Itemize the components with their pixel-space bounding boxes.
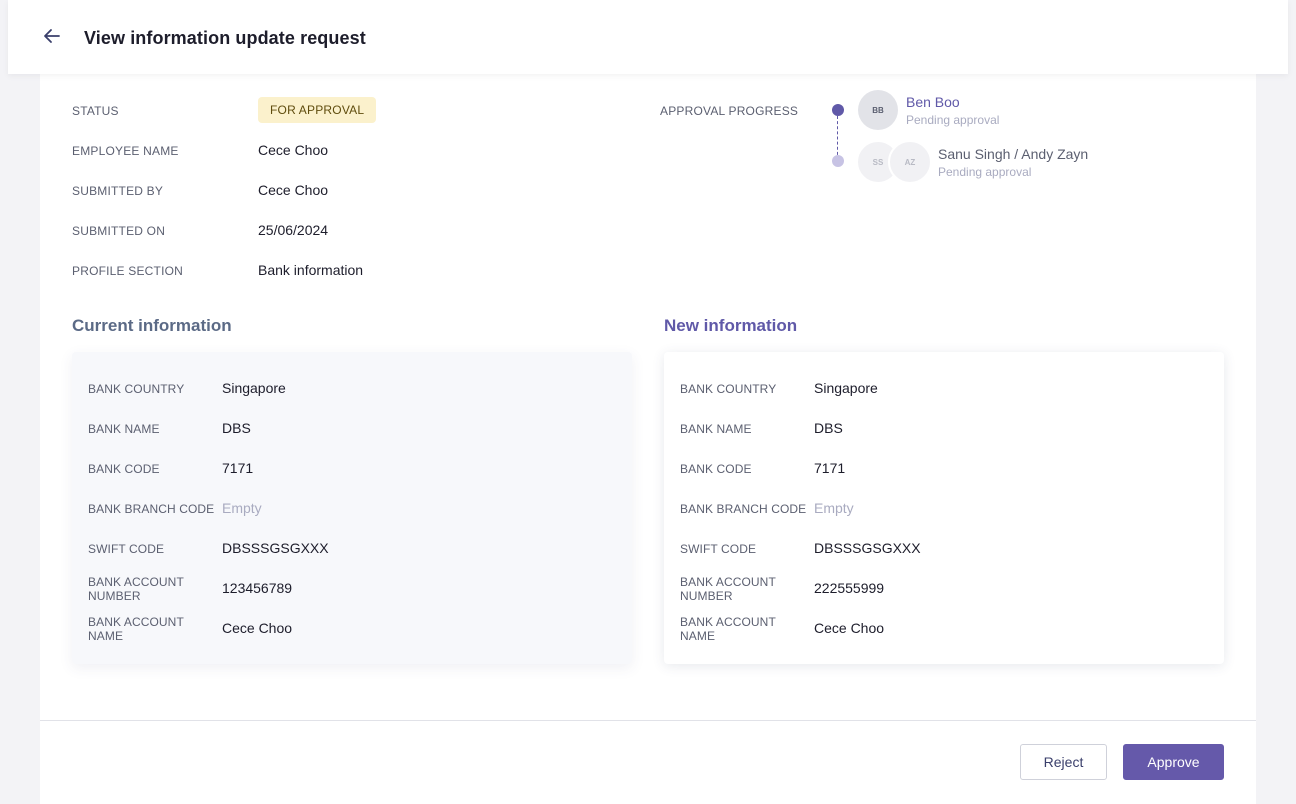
status-badge: FOR APPROVAL [258, 97, 377, 123]
field-value: Cece Choo [814, 620, 885, 636]
field-label: BANK CODE [88, 462, 160, 476]
field-label: BANK BRANCH CODE [680, 502, 807, 516]
field-label: SWIFT CODE [680, 542, 757, 556]
field-label: BANK ACCOUNT NAME [88, 615, 184, 643]
profile-section-value: Bank information [258, 262, 364, 278]
page-header: View information update request [8, 0, 1288, 74]
field-label: BANK CODE [680, 462, 752, 476]
avatar: AZ [888, 140, 932, 184]
progress-connector [837, 116, 838, 160]
back-button[interactable] [38, 24, 66, 52]
approver-name: Sanu Singh / Andy Zayn [938, 146, 1089, 162]
field-value: Cece Choo [222, 620, 293, 636]
field-value: DBSSSGSGXXX [814, 540, 921, 556]
field-value: 123456789 [222, 580, 293, 596]
current-info-title: Current information [72, 316, 232, 335]
status-label: STATUS [72, 104, 119, 118]
approval-progress-label: APPROVAL PROGRESS [660, 104, 799, 118]
page-title: View information update request [84, 28, 366, 48]
new-info-title: New information [664, 316, 798, 335]
approve-button[interactable]: Approve [1123, 744, 1224, 780]
field-label: BANK NAME [88, 422, 160, 436]
new-info-card: BANK COUNTRY Singapore BANK NAME DBS BAN… [664, 352, 1224, 664]
approver-name: Ben Boo [906, 94, 960, 110]
progress-step-dot-active [832, 104, 844, 116]
field-value: Singapore [222, 380, 286, 396]
current-info-card: BANK COUNTRY Singapore BANK NAME DBS BAN… [72, 352, 632, 664]
field-label: BANK ACCOUNT NAME [680, 615, 776, 643]
profile-section-label: PROFILE SECTION [72, 264, 184, 278]
submitted-on-label: SUBMITTED ON [72, 224, 166, 238]
field-value: DBS [222, 420, 251, 436]
field-value: Singapore [814, 380, 878, 396]
field-value: DBS [814, 420, 843, 436]
submitted-by-value: Cece Choo [258, 182, 329, 198]
field-label: BANK BRANCH CODE [88, 502, 215, 516]
field-value: Empty [222, 500, 262, 516]
field-value: Empty [814, 500, 854, 516]
approver-status: Pending approval [938, 165, 1032, 179]
request-panel: STATUS FOR APPROVAL EMPLOYEE NAME Cece C… [40, 74, 1256, 804]
field-label: BANK ACCOUNT NUMBER [88, 575, 184, 603]
submitted-by-label: SUBMITTED BY [72, 184, 164, 198]
field-label: BANK COUNTRY [680, 382, 777, 396]
field-value: 7171 [814, 460, 846, 476]
field-value: 7171 [222, 460, 254, 476]
field-label: BANK COUNTRY [88, 382, 185, 396]
approver-status: Pending approval [906, 113, 1000, 127]
field-value: DBSSSGSGXXX [222, 540, 329, 556]
progress-step-dot-pending [832, 155, 844, 167]
field-label: BANK ACCOUNT NUMBER [680, 575, 776, 603]
employee-name-label: EMPLOYEE NAME [72, 144, 179, 158]
field-label: BANK NAME [680, 422, 752, 436]
field-label: SWIFT CODE [88, 542, 165, 556]
field-value: 222555999 [814, 580, 885, 596]
footer-divider [40, 720, 1256, 721]
reject-button[interactable]: Reject [1020, 744, 1107, 780]
employee-name-value: Cece Choo [258, 142, 329, 158]
submitted-on-value: 25/06/2024 [258, 222, 329, 238]
avatar: BB [858, 90, 898, 130]
arrow-left-icon [42, 26, 62, 51]
